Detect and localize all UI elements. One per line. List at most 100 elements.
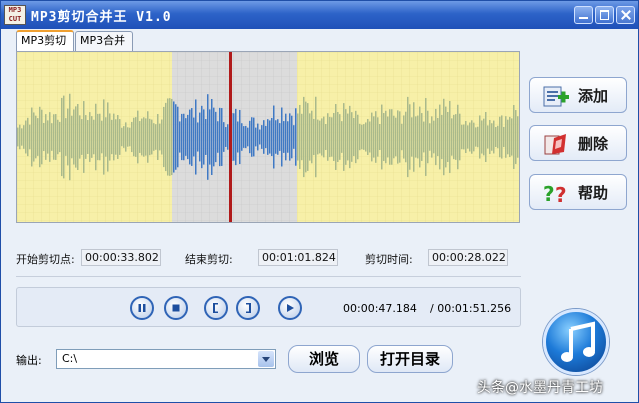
wave-sample bbox=[207, 94, 209, 180]
wave-sample bbox=[483, 118, 485, 156]
wave-sample bbox=[495, 127, 497, 147]
chevron-down-icon[interactable] bbox=[258, 351, 274, 367]
wave-sample bbox=[25, 120, 27, 154]
wave-sample bbox=[203, 109, 205, 165]
wave-sample bbox=[213, 107, 215, 167]
wave-sample bbox=[375, 111, 377, 163]
pause-icon bbox=[138, 304, 146, 312]
help-button[interactable]: ? ? 帮助 bbox=[529, 174, 627, 210]
title-bar[interactable]: MP3 CUT MP3剪切合并王 V1.0 bbox=[1, 1, 638, 29]
wave-sample bbox=[311, 110, 313, 164]
wave-sample bbox=[479, 115, 481, 159]
wave-sample bbox=[469, 122, 471, 152]
browse-button[interactable]: 浏览 bbox=[288, 345, 360, 373]
wave-sample bbox=[489, 119, 491, 155]
wave-sample bbox=[19, 124, 21, 150]
start-cut-field: 00:00:33.802 bbox=[81, 249, 161, 266]
waveform-canvas[interactable] bbox=[17, 52, 519, 222]
wave-sample bbox=[189, 109, 191, 165]
wave-sample bbox=[299, 104, 301, 170]
open-directory-button[interactable]: 打开目录 bbox=[367, 345, 453, 373]
wave-sample bbox=[181, 113, 183, 161]
wave-sample bbox=[235, 108, 237, 166]
delete-button[interactable]: 删除 bbox=[529, 125, 627, 161]
wave-sample bbox=[145, 118, 147, 156]
mark-end-button[interactable] bbox=[236, 296, 260, 320]
stop-button[interactable] bbox=[164, 296, 188, 320]
end-cut-label: 结束剪切: bbox=[185, 253, 233, 266]
wave-sample bbox=[57, 119, 59, 155]
wave-sample bbox=[111, 119, 113, 155]
wave-sample bbox=[217, 121, 219, 153]
mark-start-icon bbox=[213, 303, 218, 313]
wave-sample bbox=[485, 112, 487, 162]
maximize-button[interactable] bbox=[595, 6, 614, 24]
current-time: 00:00:47.184 bbox=[343, 302, 417, 315]
wave-sample bbox=[427, 110, 429, 164]
close-button[interactable] bbox=[616, 6, 635, 24]
wave-sample bbox=[315, 96, 317, 178]
output-path-select[interactable]: C:\ bbox=[56, 349, 276, 369]
add-button[interactable]: 添加 bbox=[529, 77, 627, 113]
play-selection-button[interactable] bbox=[278, 296, 302, 320]
wave-sample bbox=[345, 109, 347, 165]
wave-sample bbox=[437, 117, 439, 157]
wave-sample bbox=[393, 115, 395, 159]
wave-sample bbox=[263, 120, 265, 154]
wave-sample bbox=[17, 127, 19, 147]
wave-sample bbox=[99, 113, 101, 161]
wave-sample bbox=[309, 113, 311, 161]
wave-sample bbox=[205, 119, 207, 155]
wave-sample bbox=[431, 116, 433, 158]
wave-sample bbox=[185, 118, 187, 156]
wave-sample bbox=[233, 113, 235, 161]
wave-sample bbox=[227, 124, 229, 150]
wave-sample bbox=[329, 116, 331, 158]
waveform-view[interactable] bbox=[16, 51, 520, 223]
wave-sample bbox=[445, 106, 447, 168]
wave-sample bbox=[405, 111, 407, 163]
tab-mp3-merge[interactable]: MP3合并 bbox=[75, 31, 133, 51]
wave-sample bbox=[451, 118, 453, 156]
wave-sample bbox=[305, 101, 307, 173]
wave-sample bbox=[289, 113, 291, 161]
tab-mp3-cut[interactable]: MP3剪切 bbox=[16, 30, 74, 52]
wave-sample bbox=[195, 99, 197, 175]
wave-sample bbox=[79, 115, 81, 159]
wave-sample bbox=[333, 113, 335, 161]
wave-sample bbox=[215, 111, 217, 163]
wave-sample bbox=[253, 117, 255, 157]
close-icon bbox=[621, 10, 630, 20]
wave-sample bbox=[379, 123, 381, 151]
wave-sample bbox=[141, 118, 143, 156]
wave-sample bbox=[365, 122, 367, 152]
wave-sample bbox=[467, 125, 469, 149]
minimize-button[interactable] bbox=[574, 6, 593, 24]
wave-sample bbox=[401, 123, 403, 151]
wave-sample bbox=[497, 125, 499, 149]
pause-button[interactable] bbox=[130, 296, 154, 320]
wave-sample bbox=[155, 124, 157, 150]
add-button-label: 添加 bbox=[578, 87, 609, 105]
wave-sample bbox=[85, 115, 87, 159]
wave-sample bbox=[45, 114, 47, 160]
wave-sample bbox=[357, 114, 359, 160]
wave-sample bbox=[55, 114, 57, 160]
mark-start-button[interactable] bbox=[204, 296, 228, 320]
wave-sample bbox=[327, 113, 329, 161]
wave-sample bbox=[191, 108, 193, 166]
wave-sample bbox=[211, 99, 213, 175]
cut-duration-label: 剪切时间: bbox=[365, 253, 413, 266]
wave-sample bbox=[505, 116, 507, 158]
wave-sample bbox=[169, 98, 171, 176]
wave-sample bbox=[455, 114, 457, 160]
wave-sample bbox=[277, 119, 279, 155]
wave-sample bbox=[513, 105, 515, 169]
minimize-icon bbox=[579, 10, 588, 19]
wave-sample bbox=[81, 119, 83, 155]
cut-duration-field: 00:00:28.022 bbox=[428, 249, 508, 266]
wave-sample bbox=[293, 125, 295, 149]
wave-sample bbox=[47, 120, 49, 154]
wave-sample bbox=[105, 117, 107, 157]
wave-sample bbox=[139, 121, 141, 153]
